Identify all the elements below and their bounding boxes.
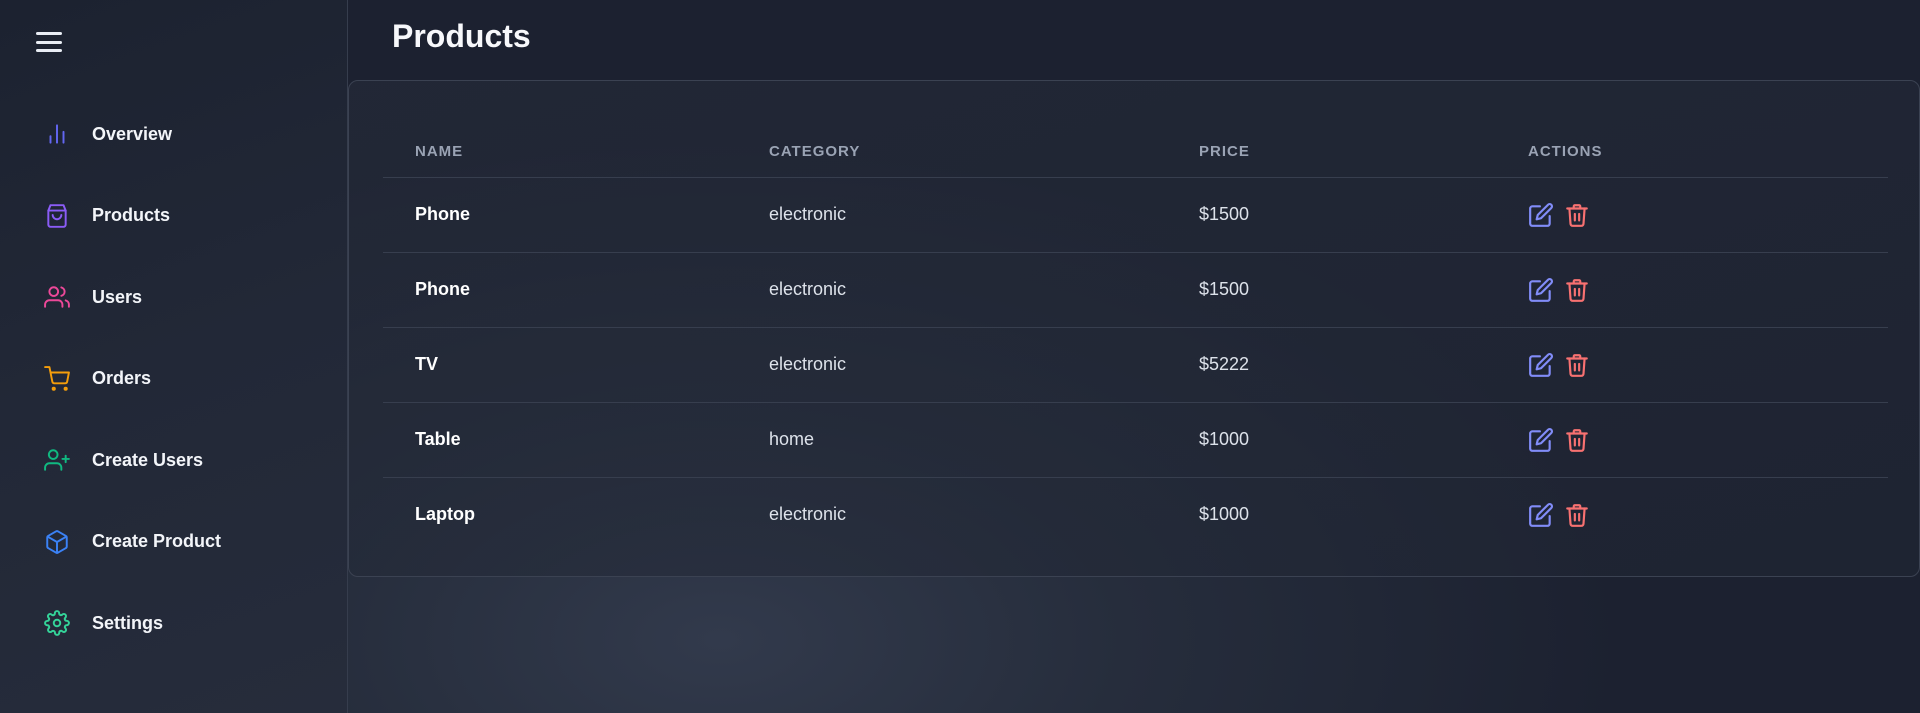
shopping-cart-icon — [44, 365, 70, 392]
cell-actions — [1496, 477, 1888, 552]
column-header-name: NAME — [383, 127, 737, 178]
edit-icon[interactable] — [1528, 502, 1554, 528]
cell-name: Phone — [383, 252, 737, 328]
cell-price: $1500 — [1167, 177, 1496, 253]
bar-chart-icon — [44, 121, 70, 147]
sidebar-item-settings[interactable]: Settings — [0, 603, 348, 643]
sidebar-item-label: Products — [92, 205, 171, 225]
sidebar-item-create-users[interactable]: Create Users — [0, 440, 348, 480]
sidebar-item-label: Create Users — [92, 449, 204, 470]
sidebar-item-label: Settings — [92, 612, 164, 633]
cell-actions — [1496, 177, 1888, 253]
trash-icon[interactable] — [1564, 202, 1590, 228]
user-plus-icon — [44, 447, 70, 473]
sidebar-item-label: Overview — [92, 123, 173, 144]
column-header-category: CATEGORY — [737, 127, 1167, 178]
cell-price: $1000 — [1167, 402, 1496, 478]
column-header-price: PRICE — [1167, 127, 1496, 178]
sidebar-item-orders[interactable]: Orders — [0, 359, 348, 399]
trash-icon[interactable] — [1564, 502, 1590, 528]
hamburger-menu-icon[interactable] — [36, 30, 62, 54]
trash-icon[interactable] — [1564, 277, 1590, 303]
users-icon — [44, 284, 70, 310]
sidebar-nav: Overview Products Users Orders Create Us… — [0, 114, 348, 685]
edit-icon[interactable] — [1528, 277, 1554, 303]
edit-icon[interactable] — [1528, 202, 1554, 228]
sidebar-item-label: Orders — [92, 368, 152, 388]
box-icon — [44, 529, 70, 555]
cell-name: Phone — [383, 177, 737, 253]
column-header-actions: ACTIONS — [1496, 127, 1888, 178]
edit-icon[interactable] — [1528, 427, 1554, 453]
cell-actions — [1496, 252, 1888, 328]
cell-name: Laptop — [415, 504, 475, 525]
table-row: Laptop electronic $1000 — [383, 477, 1888, 552]
table-row: Phone electronic $1500 — [383, 252, 1888, 328]
table-header-row: NAME CATEGORY PRICE ACTIONS — [383, 127, 1888, 178]
cell-category: electronic — [769, 504, 847, 525]
cell-actions — [1496, 402, 1888, 478]
table-row: Table home $1000 — [383, 402, 1888, 478]
sidebar-item-label: Users — [92, 286, 143, 307]
cell-category: electronic — [737, 327, 1167, 403]
sidebar-item-users[interactable]: Users — [0, 277, 348, 317]
shopping-bag-icon — [44, 203, 70, 229]
edit-icon[interactable] — [1528, 352, 1554, 378]
table-row: Phone electronic $1500 — [383, 177, 1888, 253]
trash-icon[interactable] — [1564, 427, 1590, 453]
cell-price: $1000 — [1199, 504, 1250, 525]
trash-icon[interactable] — [1564, 352, 1590, 378]
cell-name: Table — [383, 402, 737, 478]
cell-name: TV — [383, 327, 737, 403]
sidebar: Overview Products Users Orders Create Us… — [0, 0, 348, 713]
page-title: Products — [392, 18, 531, 54]
sidebar-item-products[interactable]: Products — [0, 196, 348, 236]
cell-category: electronic — [737, 252, 1167, 328]
products-card: NAME CATEGORY PRICE ACTIONS Phone electr… — [348, 80, 1920, 577]
cell-category: electronic — [737, 177, 1167, 253]
table-row: TV electronic $5222 — [383, 327, 1888, 403]
sidebar-item-label: Create Product — [92, 531, 222, 551]
cell-category: home — [737, 402, 1167, 478]
cell-actions — [1496, 327, 1888, 403]
sidebar-item-overview[interactable]: Overview — [0, 114, 348, 154]
settings-icon — [44, 610, 70, 636]
products-table: NAME CATEGORY PRICE ACTIONS Phone electr… — [383, 127, 1888, 552]
sidebar-item-create-product[interactable]: Create Product — [0, 522, 348, 562]
cell-price: $1500 — [1167, 252, 1496, 328]
cell-price: $5222 — [1167, 327, 1496, 403]
